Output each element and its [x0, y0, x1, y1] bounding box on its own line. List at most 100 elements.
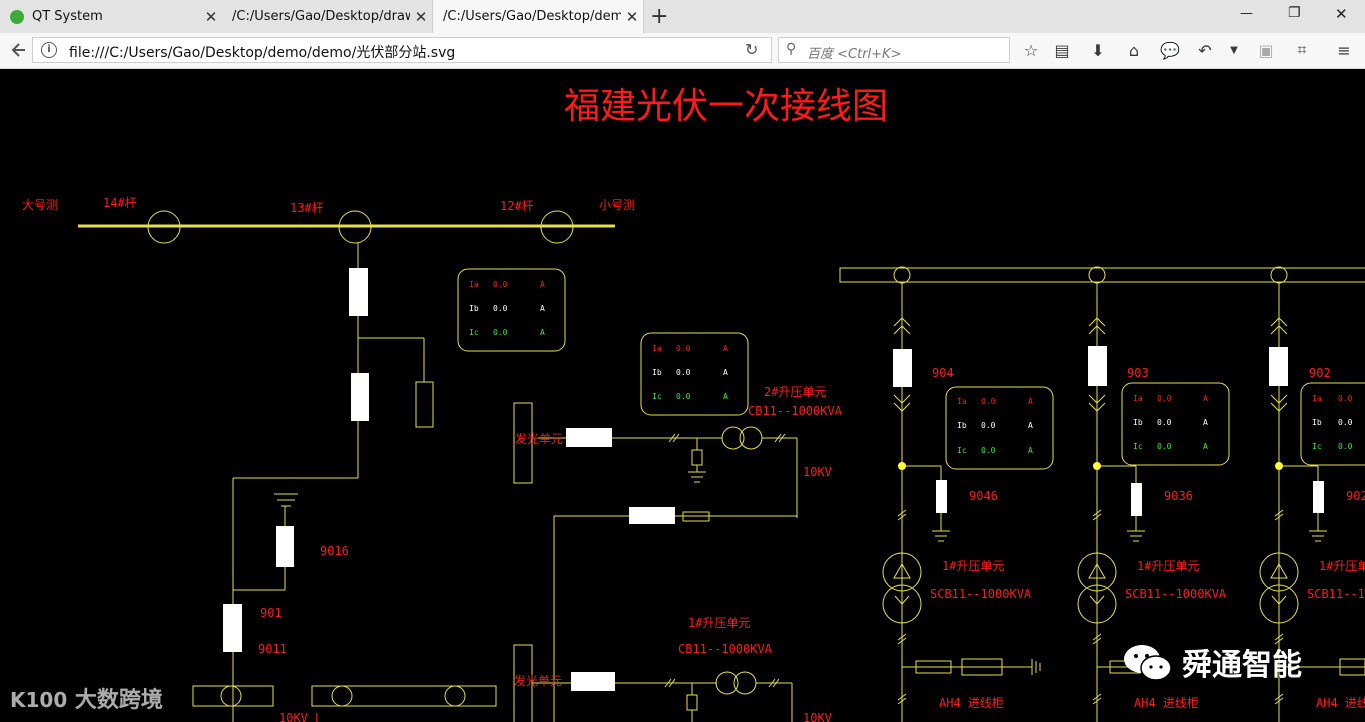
page-viewport: 福建光伏一次接线图 大号测 14#杆 13#杆 12#杆 小号测 9016 90… — [0, 69, 1365, 722]
svg-text:Ia: Ia — [652, 344, 662, 353]
svg-text:Ib: Ib — [469, 304, 479, 313]
svg-text:0.0: 0.0 — [981, 446, 996, 455]
url-bar[interactable]: i file:///C:/Users/Gao/Desktop/demo/demo… — [32, 37, 772, 63]
tab-label: QT System — [32, 9, 103, 24]
search-placeholder: 百度 <Ctrl+K> — [807, 47, 902, 62]
undo-icon[interactable]: ↶ — [1193, 39, 1217, 61]
svg-text:Ia: Ia — [957, 397, 967, 406]
minimize-button[interactable]: — — [1240, 6, 1253, 21]
font-icon[interactable]: ▣ — [1254, 39, 1278, 61]
switch-902: 902 — [1309, 366, 1331, 380]
unit1-model: CB11--1000KVA — [678, 642, 773, 656]
svg-text:A: A — [723, 344, 728, 353]
switch-903: 903 — [1127, 366, 1149, 380]
svg-text:Ib: Ib — [1312, 418, 1322, 427]
ah4-2: AH4 进线柜 — [1134, 696, 1199, 710]
svg-text:0.0: 0.0 — [1338, 394, 1353, 403]
switch-901: 901 — [260, 606, 282, 620]
svg-text:0.0: 0.0 — [676, 344, 691, 353]
svg-text:0.0: 0.0 — [1157, 394, 1172, 403]
new-tab-button[interactable]: + — [650, 4, 668, 29]
svg-text:A: A — [540, 280, 545, 289]
svg-text:0.0: 0.0 — [981, 397, 996, 406]
search-icon: ⚲ — [786, 41, 797, 57]
ah4-3: AH4 进线柜 — [1316, 696, 1365, 710]
gen-label-1: 发光单元 — [514, 673, 562, 688]
info-icon[interactable]: i — [41, 42, 57, 58]
back-button[interactable] — [6, 39, 30, 61]
svg-text:A: A — [540, 328, 545, 337]
reader-list-icon[interactable]: ▤ — [1050, 39, 1074, 61]
svg-text:0.0: 0.0 — [676, 368, 691, 377]
dropdown-chevron-icon[interactable]: ▼ — [1222, 39, 1246, 61]
svg-text:0.0: 0.0 — [1338, 442, 1353, 451]
label-big: 大号测 — [22, 198, 58, 212]
tab-qt-system[interactable]: QT System ✕ — [0, 0, 222, 33]
tab-draw[interactable]: /C:/Users/Gao/Desktop/draw ✕ — [222, 0, 432, 33]
tab-demo-active[interactable]: /C:/Users/Gao/Desktop/demo ✕ — [432, 0, 644, 33]
svg-text:A: A — [1203, 418, 1208, 427]
svg-text:A: A — [1028, 397, 1033, 406]
svg-text:A: A — [1028, 421, 1033, 430]
wechat-icon — [1124, 645, 1172, 681]
qt-favicon-icon — [10, 9, 24, 24]
r2-name: 1#升压单元 — [1137, 559, 1199, 573]
svg-text:0.0: 0.0 — [676, 392, 691, 401]
reload-icon[interactable]: ↻ — [745, 40, 758, 59]
svg-text:Ic: Ic — [652, 392, 662, 401]
close-window-button[interactable]: ✕ — [1335, 5, 1348, 23]
svg-text:A: A — [723, 392, 728, 401]
svg-text:Ic: Ic — [1312, 442, 1322, 451]
diagram-title: 福建光伏一次接线图 — [564, 86, 888, 127]
switch-9046: 9046 — [969, 489, 998, 503]
meter-4: Ia 0.0 A Ib 0.0 A Ic 0.0 A — [1133, 394, 1208, 451]
r3-model: SCB11--1 — [1307, 587, 1365, 601]
tab-close-icon[interactable]: ✕ — [621, 8, 643, 26]
svg-text:0.0: 0.0 — [1157, 442, 1172, 451]
tab-bar: QT System ✕ /C:/Users/Gao/Desktop/draw ✕… — [0, 0, 1365, 34]
svg-text:Ic: Ic — [469, 328, 479, 337]
back-arrow-icon — [11, 43, 25, 57]
tab-label: /C:/Users/Gao/Desktop/demo — [443, 9, 621, 24]
search-input[interactable]: ⚲ 百度 <Ctrl+K> — [778, 37, 1010, 63]
svg-text:A: A — [540, 304, 545, 313]
svg-text:A: A — [1028, 446, 1033, 455]
r1-model: SCB11--1000KVA — [930, 587, 1032, 601]
label-pole-14: 14#杆 — [103, 196, 137, 210]
svg-text:Ia: Ia — [1133, 394, 1143, 403]
home-icon[interactable]: ⌂ — [1122, 39, 1146, 61]
meter-2: Ia 0.0 A Ib 0.0 A Ic 0.0 A — [652, 344, 728, 401]
svg-text:Ib: Ib — [652, 368, 662, 377]
unit1-name: 1#升压单元 — [688, 616, 750, 630]
bus-left-label: 10KV Ⅰ — [279, 711, 319, 722]
svg-text:Ia: Ia — [469, 280, 479, 289]
unit2-model: CB11--1000KVA — [748, 404, 843, 418]
nav-bar: i file:///C:/Users/Gao/Desktop/demo/demo… — [0, 33, 1365, 69]
restore-button[interactable]: ❐ — [1288, 5, 1301, 21]
crop-icon[interactable]: ⌗ — [1290, 39, 1314, 61]
wiring-diagram: 福建光伏一次接线图 大号测 14#杆 13#杆 12#杆 小号测 9016 90… — [22, 86, 1365, 722]
chat-icon[interactable]: 💬 — [1158, 39, 1182, 61]
gen-label-2: 发光单元 — [515, 431, 563, 446]
svg-text:0.0: 0.0 — [493, 304, 508, 313]
watermark-right: 舜通智能 — [1122, 640, 1302, 684]
svg-text:Ib: Ib — [957, 421, 967, 430]
menu-icon[interactable]: ≡ — [1332, 39, 1356, 61]
download-icon[interactable]: ⬇ — [1086, 39, 1110, 61]
meter-5: Ia 0.0 Ib 0.0 Ic 0.0 — [1312, 394, 1353, 451]
svg-text:0.0: 0.0 — [493, 328, 508, 337]
label-small: 小号测 — [599, 198, 635, 212]
svg-text:0.0: 0.0 — [981, 421, 996, 430]
svg-text:0.0: 0.0 — [1338, 418, 1353, 427]
label-pole-13: 13#杆 — [290, 201, 324, 215]
svg-text:Ic: Ic — [1133, 442, 1143, 451]
label-pole-12: 12#杆 — [500, 199, 534, 213]
svg-text:A: A — [723, 368, 728, 377]
switch-902-cut: 902 — [1346, 489, 1365, 503]
svg-text:A: A — [1203, 394, 1208, 403]
tab-close-icon[interactable]: ✕ — [410, 8, 432, 26]
watermark-logo-icon: K100 — [10, 688, 68, 712]
bookmark-star-icon[interactable]: ☆ — [1019, 39, 1043, 61]
meter-3: Ia 0.0 A Ib 0.0 A Ic 0.0 A — [957, 397, 1033, 455]
tab-close-icon[interactable]: ✕ — [200, 8, 222, 26]
